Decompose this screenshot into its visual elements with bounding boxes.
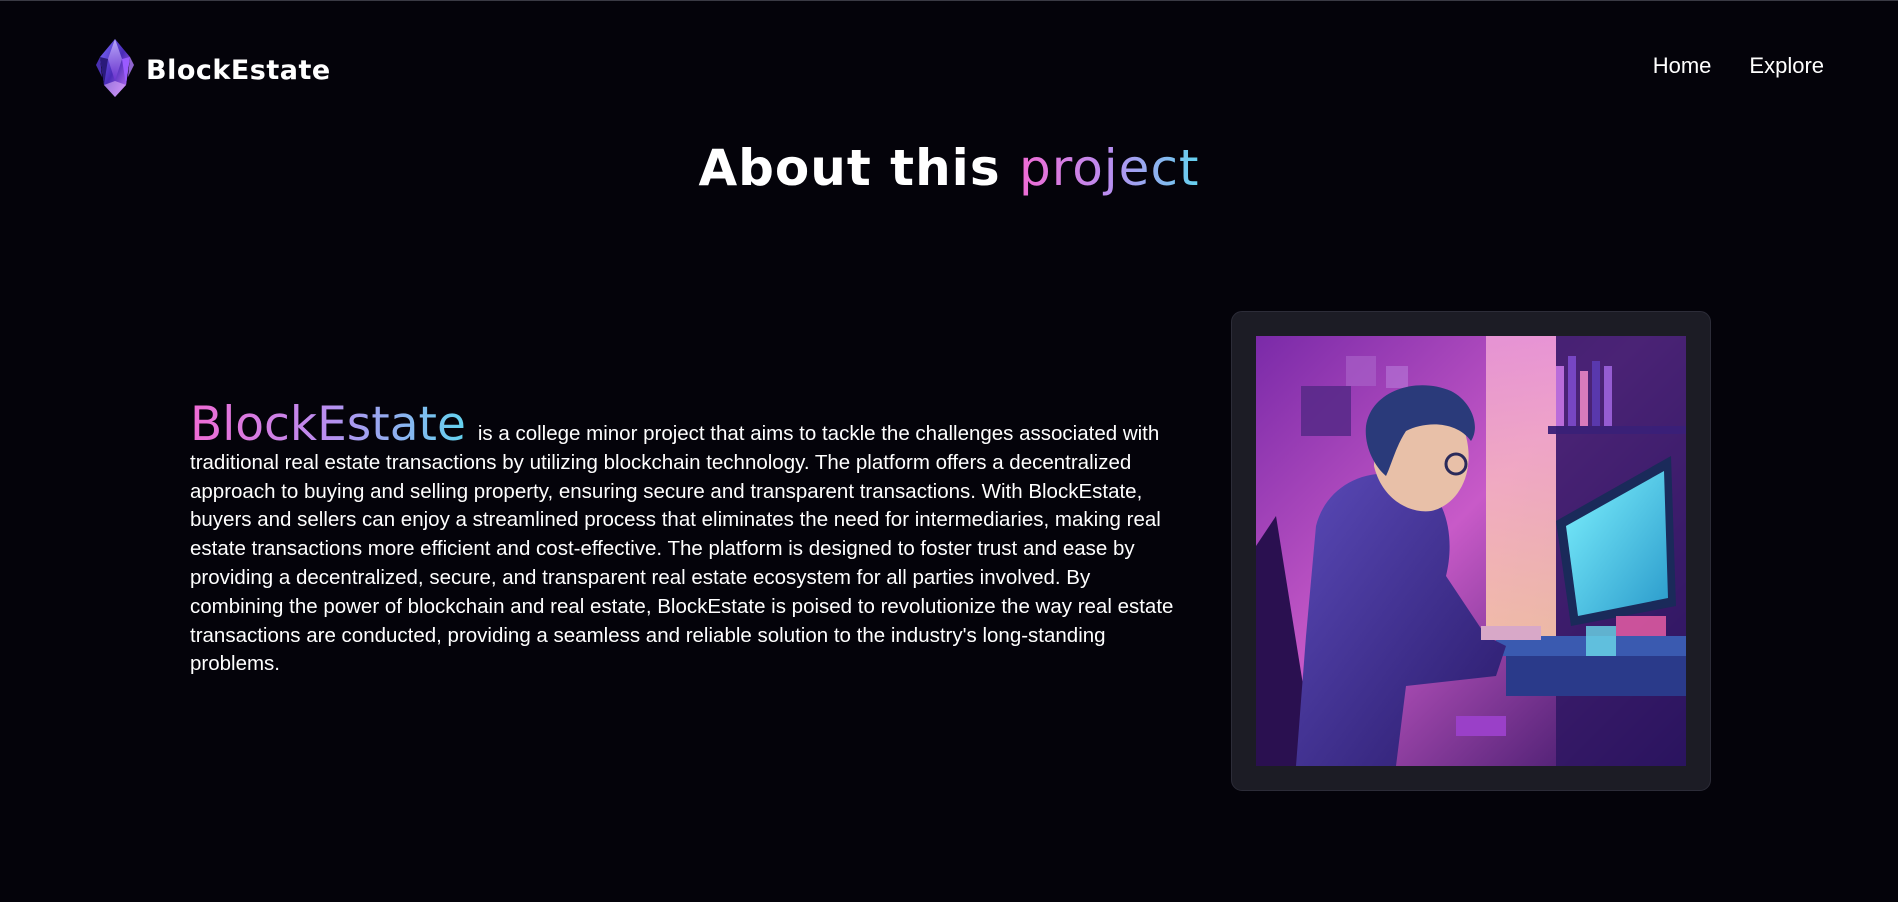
nav-explore-link[interactable]: Explore — [1749, 53, 1824, 79]
crystal-logo-icon — [92, 37, 138, 103]
illustration-frame — [1231, 311, 1711, 791]
top-nav: Home Explore — [1653, 53, 1824, 79]
about-page: BlockEstate Home Explore About this proj… — [0, 0, 1898, 902]
about-description: BlockEstate is a college minor project th… — [190, 401, 1180, 679]
page-title-main: About this — [698, 139, 1001, 197]
about-highlight: BlockEstate — [190, 397, 466, 452]
page-title: About this project — [0, 139, 1898, 197]
nav-home-link[interactable]: Home — [1653, 53, 1712, 79]
brand-name: BlockEstate — [146, 54, 331, 86]
brand[interactable]: BlockEstate — [92, 37, 331, 103]
page-title-accent: project — [1019, 139, 1200, 197]
about-body: is a college minor project that aims to … — [190, 422, 1174, 676]
